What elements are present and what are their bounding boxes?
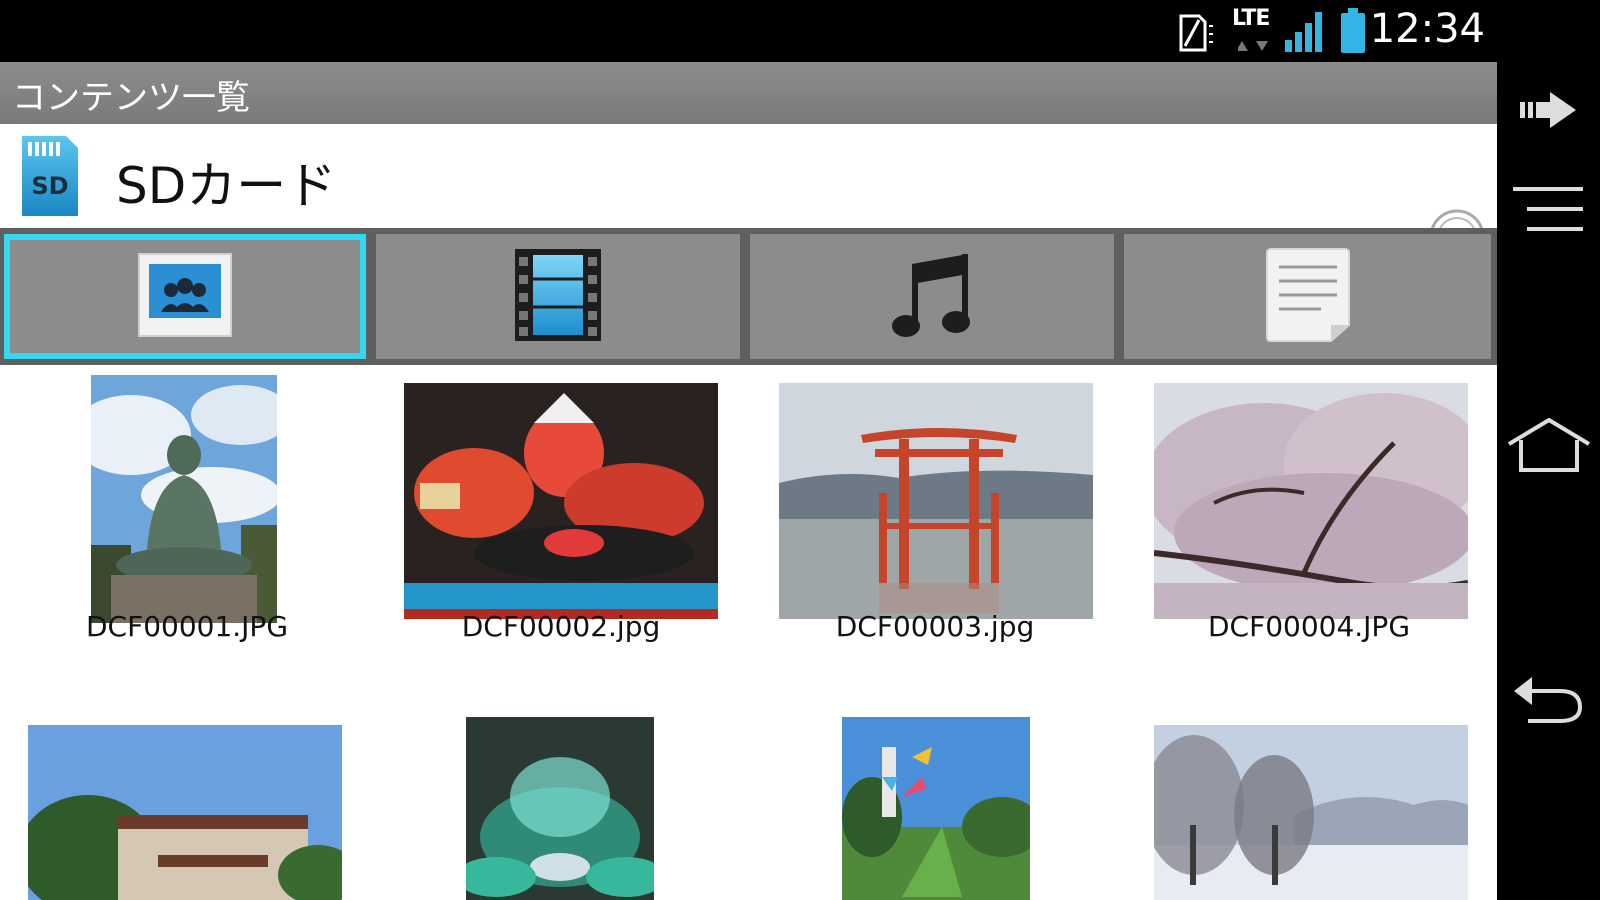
sd-icon-text: SD <box>31 172 68 200</box>
menu-icon <box>1512 187 1585 237</box>
file-grid: DCF00001.JPG DCF00002.jpg DCF00003.jpg D… <box>0 365 1497 900</box>
film-icon <box>515 248 601 345</box>
file-item[interactable]: DCF00001.JPG <box>0 365 374 665</box>
navigation-bar <box>1497 62 1600 900</box>
signal-strength-icon <box>1285 10 1329 56</box>
file-name: DCF00001.JPG <box>85 610 289 643</box>
thumbnail-pinwheels-park <box>842 717 1030 900</box>
tab-videos[interactable] <box>376 234 740 359</box>
thumbnail-museum-building <box>28 725 342 900</box>
storage-selector[interactable]: SD SDカード <box>0 124 1497 265</box>
file-item[interactable] <box>1122 710 1496 900</box>
photo-icon <box>137 252 233 342</box>
file-item[interactable]: DCF00004.JPG <box>1122 365 1496 665</box>
status-bar: LTE 12:34 <box>0 0 1600 62</box>
storage-label: SDカード <box>116 157 337 215</box>
data-arrows-icon <box>1236 38 1272 57</box>
file-item[interactable] <box>0 710 374 900</box>
thumbnail-winter-trees <box>1154 725 1468 900</box>
file-item[interactable]: DCF00002.jpg <box>374 365 748 665</box>
thumbnail-cherry-blossoms <box>1154 383 1468 619</box>
music-note-icon <box>890 252 974 342</box>
file-name: DCF00004.JPG <box>1207 610 1411 643</box>
thumbnail-illumination <box>466 717 654 900</box>
tab-photos[interactable] <box>4 234 366 359</box>
thumbnail-nebuta-float <box>404 383 718 619</box>
forward-icon <box>1519 92 1578 132</box>
file-item[interactable]: DCF00003.jpg <box>748 365 1122 665</box>
battery-icon <box>1340 8 1366 58</box>
menu-button[interactable] <box>1497 162 1600 262</box>
app-window: コンテンツ一覧 SD SDカード DCF00001.JPG DCF00002.j… <box>0 62 1497 900</box>
file-name: DCF00002.jpg <box>461 610 661 643</box>
thumbnail-buddha <box>91 375 277 623</box>
title-bar: コンテンツ一覧 <box>0 62 1497 124</box>
tab-documents[interactable] <box>1124 234 1491 359</box>
thumbnail-torii-gate <box>779 383 1093 619</box>
home-button[interactable] <box>1497 397 1600 497</box>
home-icon <box>1507 417 1591 476</box>
sim-card-icon <box>1175 12 1215 56</box>
file-item[interactable] <box>748 710 1122 900</box>
document-icon <box>1265 247 1351 347</box>
forward-button[interactable] <box>1497 62 1600 162</box>
back-button[interactable] <box>1497 652 1600 752</box>
back-icon <box>1513 675 1584 729</box>
sd-card-icon: SD <box>18 134 82 222</box>
file-item[interactable] <box>374 710 748 900</box>
network-type-label: LTE <box>1232 6 1270 31</box>
file-name: DCF00003.jpg <box>835 610 1035 643</box>
tab-music[interactable] <box>750 234 1114 359</box>
page-title: コンテンツ一覧 <box>12 78 250 118</box>
media-type-tabs <box>0 228 1497 365</box>
clock: 12:34 <box>1369 6 1485 52</box>
